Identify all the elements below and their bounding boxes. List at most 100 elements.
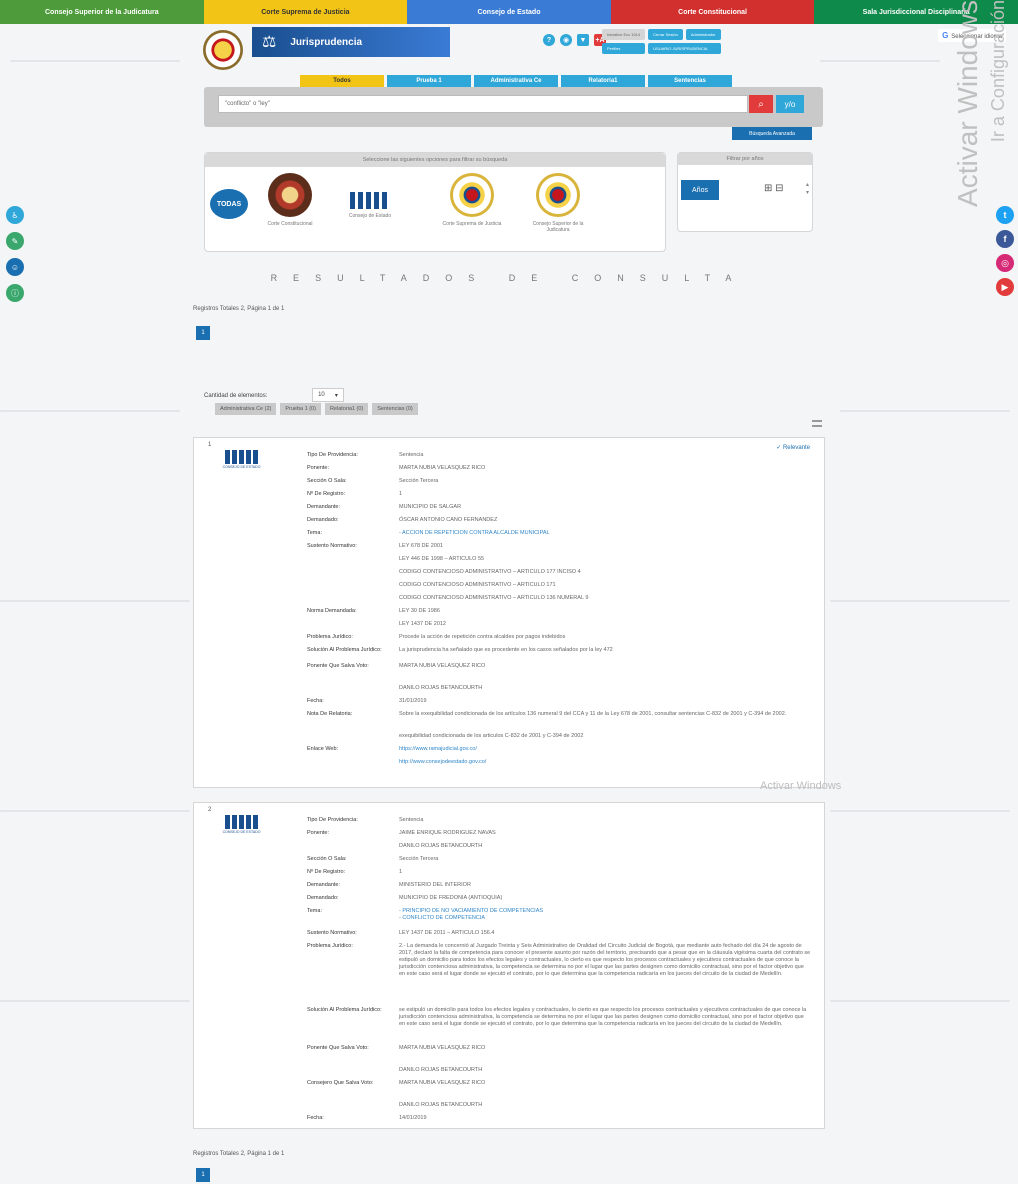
- accessibility-side-icon[interactable]: ♿: [6, 206, 24, 224]
- field-label: Sección O Sala:: [307, 856, 347, 862]
- info-side-icon[interactable]: ⓘ: [6, 284, 24, 302]
- field-row: CODIGO CONTENCIOSO ADMINISTRATIVO – ARTI…: [307, 569, 811, 576]
- search-button[interactable]: ⌕: [749, 95, 773, 113]
- accessibility-icon[interactable]: ◉: [560, 34, 572, 46]
- user-button[interactable]: USUARIO JURISPRUDENCIA: [648, 43, 721, 54]
- result-number: 1: [208, 442, 212, 448]
- tab-sentencias-count[interactable]: Sentencias (0): [372, 403, 418, 415]
- web-link[interactable]: http://www.consejodeestado.gov.co/: [399, 759, 811, 766]
- list-view-icon[interactable]: [812, 420, 822, 427]
- topbar-corte-constitucional[interactable]: Corte Constitucional: [610, 0, 815, 24]
- field-row: LEY 446 DE 1998 – ARTICULO 55: [307, 556, 811, 563]
- field-label: [307, 556, 399, 563]
- field-label: Ponente:: [307, 465, 330, 471]
- field-label: Ponente Que Salva Voto:: [307, 1045, 369, 1051]
- quantity-select[interactable]: 10 ▾: [312, 388, 344, 402]
- field-label: Tema:: [307, 908, 322, 914]
- and-or-button[interactable]: y/o: [776, 95, 804, 113]
- filter-corte-suprema[interactable]: Corte Suprema de Justicia: [437, 173, 507, 227]
- field-row: CODIGO CONTENCIOSO ADMINISTRATIVO – ARTI…: [307, 582, 811, 589]
- years-button[interactable]: Años: [681, 180, 719, 200]
- topbar-corte-suprema[interactable]: Corte Suprema de Justicia: [203, 0, 408, 24]
- topbar-consejo-estado[interactable]: Consejo de Estado: [407, 0, 611, 24]
- field-row: Nº De Registro: 1: [307, 491, 811, 498]
- filter-corte-constitucional[interactable]: Corte Constitucional: [255, 173, 325, 227]
- field-row: DANILO ROJAS BETANCOURTH: [307, 1067, 811, 1074]
- field-row: Sustento Normativo: LEY 678 DE 2001: [307, 543, 811, 550]
- tab-administrativa-ce[interactable]: Administrativa Ce: [474, 75, 558, 87]
- gavel-icon: ⚖: [262, 34, 277, 51]
- profiles-button[interactable]: Perfiles: [602, 43, 646, 54]
- field-value: MUNICIPIO DE FREDONIA (ANTIOQUIA): [399, 895, 503, 901]
- jurisprudencia-banner[interactable]: ⚖ Jurisprudencia: [252, 27, 450, 57]
- field-value: LEY 446 DE 1998 – ARTICULO 55: [399, 556, 485, 562]
- twitter-icon[interactable]: t: [996, 206, 1014, 224]
- field-value: DANILO ROJAS BETANCOURTH: [399, 1102, 483, 1108]
- tab-sentencias[interactable]: Sentencias: [648, 75, 732, 87]
- tab-relatoria1[interactable]: Relatoria1: [561, 75, 645, 87]
- scroll-arrows-icon[interactable]: ▴ ▾: [806, 181, 809, 197]
- web-link[interactable]: https://www.ramajudicial.gov.co/: [399, 746, 811, 753]
- field-row: Fecha: 31/01/2019: [307, 698, 811, 705]
- field-label: Tipo De Providencia:: [307, 452, 358, 458]
- help-icon[interactable]: ?: [543, 34, 555, 46]
- field-row: Problema Jurídico: 2.- La demanda le conc…: [307, 943, 811, 978]
- field-value: MINISTERIO DEL INTERIOR: [399, 882, 471, 888]
- filter-consejo-superior[interactable]: Consejo Superior de la Judicatura: [523, 173, 593, 233]
- field-value: LEY 678 DE 2001: [399, 543, 443, 549]
- tab-prueba-1[interactable]: Prueba 1: [387, 75, 471, 87]
- download-icon[interactable]: ▼: [577, 34, 589, 46]
- field-value: 1: [399, 491, 403, 497]
- field-value: 1: [399, 869, 403, 875]
- field-label: Sustento Normativo:: [307, 930, 357, 936]
- field-value: exequibilidad condicionada de los articu…: [399, 733, 584, 739]
- tab-todos[interactable]: Todos: [300, 75, 384, 87]
- field-value: DANILO ROJAS BETANCOURTH: [399, 843, 483, 849]
- filter-todas-button[interactable]: TODAS: [210, 189, 248, 219]
- field-row: Nº De Registro: 1: [307, 869, 811, 876]
- page-button[interactable]: 1: [196, 326, 210, 340]
- field-row: DANILO ROJAS BETANCOURTH: [307, 843, 811, 850]
- search-input[interactable]: "conflicto" o "ley": [218, 95, 748, 113]
- result-card-2: 2 CONSEJO DE ESTADO Tipo De Providencia:…: [193, 802, 825, 1129]
- field-row: Ponente: JAIME ENRIQUE RODRIGUEZ NAVAS: [307, 830, 811, 837]
- field-row: Tema: - ACCION DE REPETICION CONTRA ALCAL…: [307, 530, 811, 537]
- years-filter-title: Filtrar por años: [678, 153, 812, 165]
- consejo-superior-logo: [536, 173, 580, 217]
- instagram-icon[interactable]: ◎: [996, 254, 1014, 272]
- admin-button[interactable]: Administrador: [685, 29, 721, 40]
- field-value: LEY 30 DE 1986: [399, 608, 440, 614]
- field-row: exequibilidad condicionada de los articu…: [307, 733, 811, 740]
- field-value: La jurisprudencia ha señalado que es pro…: [399, 647, 613, 653]
- tab-relatoria1-count[interactable]: Relatoria1 (0): [324, 403, 369, 415]
- field-value[interactable]: - ACCION DE REPETICION CONTRA ALCALDE MU…: [399, 530, 811, 537]
- field-label: [307, 759, 399, 766]
- field-value: MARTA NUBIA VELASQUEZ RICO: [399, 663, 486, 669]
- field-value: CODIGO CONTENCIOSO ADMINISTRATIVO – ARTI…: [399, 595, 589, 601]
- field-label: Sección O Sala:: [307, 478, 347, 484]
- filter-consejo-estado[interactable]: Consejo de Estado: [335, 173, 405, 219]
- tab-administrativa-ce-count[interactable]: Administrativa Ce (2): [215, 403, 277, 415]
- tree-icon[interactable]: ⊞ ⊟: [764, 183, 784, 194]
- session-info: Inicialice Ecc 1014: [602, 29, 646, 40]
- logout-button[interactable]: Cerrar Sesión: [648, 29, 683, 40]
- field-value: CODIGO CONTENCIOSO ADMINISTRATIVO – ARTI…: [399, 569, 581, 575]
- field-label: Demandado:: [307, 895, 339, 901]
- topbar-csj[interactable]: Consejo Superior de la Judicatura: [0, 0, 204, 24]
- field-label: Tipo De Providencia:: [307, 817, 358, 823]
- field-label: [307, 582, 399, 589]
- field-value[interactable]: - PRINCIPIO DE NO VACIAMIENTO DE COMPETE…: [399, 908, 811, 922]
- relevant-badge[interactable]: ✓ Relevante: [776, 444, 810, 451]
- field-row: Ponente: MARTA NUBIA VELASQUEZ RICO: [307, 465, 811, 472]
- search-icon: ⌕: [758, 98, 764, 110]
- page-button-bottom[interactable]: 1: [196, 1168, 210, 1182]
- facebook-icon[interactable]: f: [996, 230, 1014, 248]
- field-value: Procede la acción de repetición contra a…: [399, 634, 566, 640]
- chat-side-icon[interactable]: ✎: [6, 232, 24, 250]
- field-label: Tema:: [307, 530, 322, 536]
- tab-prueba-1-count[interactable]: Prueba 1 (0): [280, 403, 321, 415]
- field-label: Fecha:: [307, 698, 324, 704]
- header-icon-group: ? ◉ ▼ +A: [543, 34, 606, 46]
- field-row: DANILO ROJAS BETANCOURTH: [307, 1102, 811, 1109]
- advanced-search-button[interactable]: Búsqueda Avanzada: [732, 127, 812, 140]
